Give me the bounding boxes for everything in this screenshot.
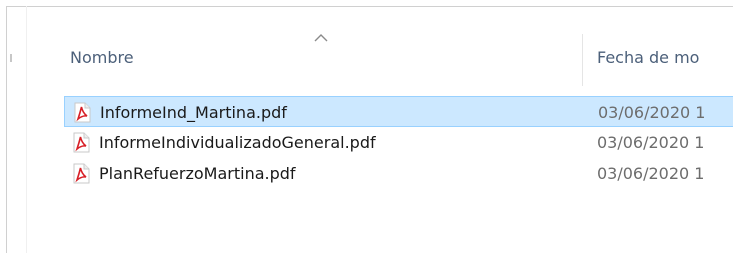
sort-ascending-icon xyxy=(314,34,328,42)
navigation-pane-edge xyxy=(13,6,27,253)
column-header-date-modified[interactable]: Fecha de mo xyxy=(597,48,699,67)
column-header-bar: Nombre Fecha de mo xyxy=(48,34,733,86)
file-row[interactable]: PlanRefuerzoMartina.pdf 03/06/2020 1 xyxy=(64,158,733,189)
file-date-modified: 03/06/2020 1 xyxy=(598,103,706,122)
file-row[interactable]: InformeInd_Martina.pdf 03/06/2020 1 xyxy=(64,96,733,127)
file-name: InformeInd_Martina.pdf xyxy=(100,103,287,122)
splitter-handle[interactable] xyxy=(10,54,12,62)
column-separator[interactable] xyxy=(582,34,583,86)
file-date-modified: 03/06/2020 1 xyxy=(597,164,705,183)
file-name: InformeIndividualizadoGeneral.pdf xyxy=(99,133,376,152)
file-name: PlanRefuerzoMartina.pdf xyxy=(99,164,296,183)
pdf-file-icon xyxy=(73,163,90,184)
column-header-name[interactable]: Nombre xyxy=(70,48,134,67)
file-row[interactable]: InformeIndividualizadoGeneral.pdf 03/06/… xyxy=(64,127,733,158)
file-explorer-pane: Nombre Fecha de mo InformeInd_Martina.pd… xyxy=(0,0,733,253)
file-list: InformeInd_Martina.pdf 03/06/2020 1 Info… xyxy=(64,96,733,189)
file-date-modified: 03/06/2020 1 xyxy=(597,133,705,152)
pdf-file-icon xyxy=(73,132,90,153)
pdf-file-icon xyxy=(74,102,91,123)
